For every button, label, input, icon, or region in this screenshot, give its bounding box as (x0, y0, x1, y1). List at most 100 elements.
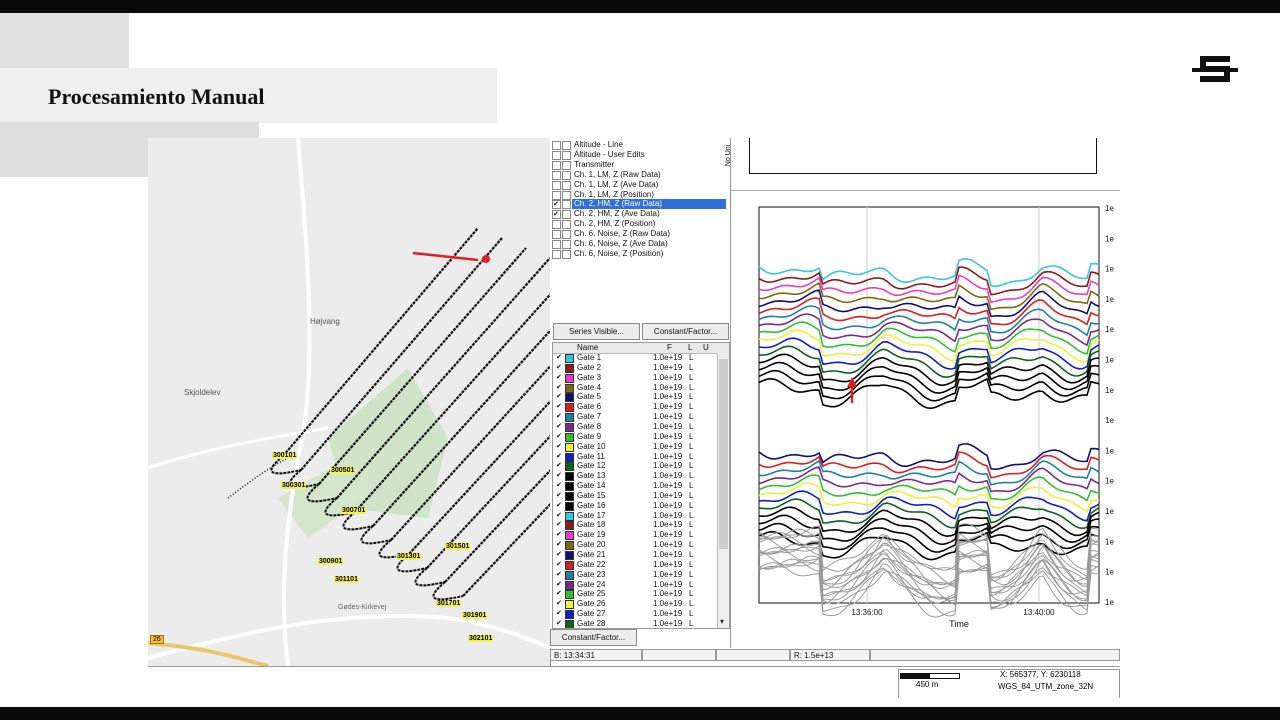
gate-color-swatch[interactable] (565, 501, 574, 511)
gate-row[interactable]: ✔ Gate 12 1.0e+19 L (553, 461, 717, 472)
gate-row[interactable]: ✔ Gate 16 1.0e+19 L (553, 501, 717, 511)
gate-row[interactable]: ✔ Gate 9 1.0e+19 L (553, 432, 717, 442)
line-label[interactable]: 301501 (445, 543, 471, 550)
gate-color-swatch[interactable] (565, 482, 574, 492)
series-sub-checkbox[interactable] (562, 150, 571, 160)
gate-check-icon[interactable]: ✔ (556, 442, 562, 452)
gate-check-icon[interactable]: ✔ (556, 412, 562, 422)
line-label[interactable]: 300301 (281, 482, 307, 489)
line-label[interactable]: 300901 (318, 558, 344, 565)
gate-row[interactable]: ✔ Gate 10 1.0e+19 L (553, 442, 717, 452)
gate-check-icon[interactable]: ✔ (556, 491, 562, 501)
series-sub-checkbox[interactable] (562, 141, 571, 150)
gate-color-swatch[interactable] (565, 521, 574, 531)
series-sub-checkbox[interactable] (562, 230, 571, 240)
gate-color-swatch[interactable] (565, 413, 574, 423)
gate-row[interactable]: ✔ Gate 28 1.0e+19 L (553, 619, 717, 628)
series-item[interactable]: Ch. 6, Noise, Z (Ave Data) (550, 239, 728, 249)
gate-check-icon[interactable]: ✔ (556, 392, 562, 402)
series-item[interactable]: Ch. 1, LM, Z (Raw Data) (550, 170, 728, 180)
gate-check-icon[interactable]: ✔ (556, 520, 562, 530)
gate-color-swatch[interactable] (565, 570, 574, 580)
line-label[interactable]: 300501 (330, 467, 356, 474)
gate-check-icon[interactable]: ✔ (556, 402, 562, 412)
gate-color-swatch[interactable] (565, 383, 574, 393)
gate-check-icon[interactable]: ✔ (556, 609, 562, 619)
line-label[interactable]: 300701 (341, 507, 367, 514)
series-checkbox[interactable] (552, 230, 561, 240)
series-item[interactable]: Ch. 6, Noise, Z (Raw Data) (550, 229, 728, 240)
gate-color-swatch[interactable] (565, 580, 574, 590)
gate-row[interactable]: ✔ Gate 25 1.0e+19 L (553, 589, 717, 600)
series-item[interactable]: Altitude - User Edits (550, 150, 728, 160)
gate-row[interactable]: ✔ Gate 14 1.0e+19 L (553, 481, 717, 492)
gate-row[interactable]: ✔ Gate 17 1.0e+19 L (553, 511, 717, 521)
gate-check-icon[interactable]: ✔ (556, 353, 562, 363)
gate-check-icon[interactable]: ✔ (556, 452, 562, 462)
gate-check-icon[interactable]: ✔ (556, 383, 562, 393)
gate-check-icon[interactable]: ✔ (556, 363, 562, 373)
series-checkbox[interactable] (552, 249, 561, 259)
gate-color-swatch[interactable] (565, 610, 574, 620)
gate-color-swatch[interactable] (565, 422, 574, 432)
series-item[interactable]: Ch. 2, HM, Z (Position) (550, 219, 728, 230)
gate-color-swatch[interactable] (565, 462, 574, 472)
map-canvas[interactable] (148, 138, 550, 666)
gate-check-icon[interactable]: ✔ (556, 373, 562, 383)
gate-color-swatch[interactable] (565, 442, 574, 452)
gate-row[interactable]: ✔ Gate 19 1.0e+19 L (553, 530, 717, 541)
gate-row[interactable]: ✔ Gate 15 1.0e+19 L (553, 491, 717, 501)
gate-constant-factor-button[interactable]: Constant/Factor... (550, 629, 637, 646)
gate-color-swatch[interactable] (565, 619, 574, 628)
scrollbar-thumb[interactable] (719, 359, 728, 549)
gate-color-swatch[interactable] (565, 393, 574, 403)
line-label[interactable]: 301301 (396, 553, 422, 560)
series-checkbox[interactable]: ✔ (552, 210, 561, 220)
gate-row[interactable]: ✔ Gate 6 1.0e+19 L (553, 402, 717, 413)
gate-color-swatch[interactable] (565, 590, 574, 600)
gate-check-icon[interactable]: ✔ (556, 530, 562, 540)
gate-row[interactable]: ✔ Gate 13 1.0e+19 L (553, 471, 717, 482)
line-label[interactable]: 301701 (436, 600, 462, 607)
gate-color-swatch[interactable] (565, 363, 574, 373)
gate-color-swatch[interactable] (565, 551, 574, 560)
gate-row[interactable]: ✔ Gate 1 1.0e+19 L (553, 353, 717, 363)
series-checkbox[interactable] (552, 170, 561, 180)
gate-row[interactable]: ✔ Gate 7 1.0e+19 L (553, 412, 717, 423)
series-sub-checkbox[interactable] (562, 220, 571, 230)
gate-check-icon[interactable]: ✔ (556, 481, 562, 491)
series-sub-checkbox[interactable] (562, 240, 571, 249)
gate-row[interactable]: ✔ Gate 3 1.0e+19 L (553, 373, 717, 383)
gate-row[interactable]: ✔ Gate 8 1.0e+19 L (553, 422, 717, 432)
gate-check-icon[interactable]: ✔ (556, 501, 562, 511)
gate-check-icon[interactable]: ✔ (556, 461, 562, 471)
scroll-down-icon[interactable]: ▾ (720, 617, 724, 626)
gate-check-icon[interactable]: ✔ (556, 589, 562, 599)
gate-color-swatch[interactable] (565, 432, 574, 442)
gate-row[interactable]: ✔ Gate 24 1.0e+19 L (553, 580, 717, 590)
plot-area[interactable]: 1e 1e 1e 1e 1e 1e 1e 1e 1e 1e 1e 1e 1e 1e 13:36:00 13:4… (731, 190, 1120, 649)
series-checkbox[interactable] (552, 160, 561, 170)
line-label[interactable]: 302101 (468, 635, 494, 642)
gate-color-swatch[interactable] (565, 560, 574, 570)
series-item[interactable]: Ch. 1, LM, Z (Position) (550, 190, 728, 200)
gate-color-swatch[interactable] (565, 354, 574, 363)
gate-color-swatch[interactable] (565, 541, 574, 551)
series-checkbox[interactable] (552, 220, 561, 230)
line-label[interactable]: 300101 (272, 452, 298, 459)
line-label[interactable]: 301901 (462, 612, 488, 619)
gate-row[interactable]: ✔ Gate 18 1.0e+19 L (553, 520, 717, 531)
gate-row[interactable]: ✔ Gate 20 1.0e+19 L (553, 540, 717, 551)
gate-color-swatch[interactable] (565, 373, 574, 383)
gate-color-swatch[interactable] (565, 472, 574, 482)
series-checkbox[interactable] (552, 141, 561, 150)
gate-check-icon[interactable]: ✔ (556, 599, 562, 609)
gate-row[interactable]: ✔ Gate 23 1.0e+19 L (553, 570, 717, 580)
plot-canvas[interactable]: 1e 1e 1e 1e 1e 1e 1e 1e 1e 1e 1e 1e 1e 1e 13:36:00 13:4… (731, 191, 1120, 649)
series-item[interactable]: Ch. 1, LM, Z (Ave Data) (550, 180, 728, 190)
gate-check-icon[interactable]: ✔ (556, 619, 562, 628)
gate-row[interactable]: ✔ Gate 2 1.0e+19 L (553, 363, 717, 373)
gate-check-icon[interactable]: ✔ (556, 422, 562, 432)
gate-color-swatch[interactable] (565, 600, 574, 610)
gate-color-swatch[interactable] (565, 403, 574, 413)
